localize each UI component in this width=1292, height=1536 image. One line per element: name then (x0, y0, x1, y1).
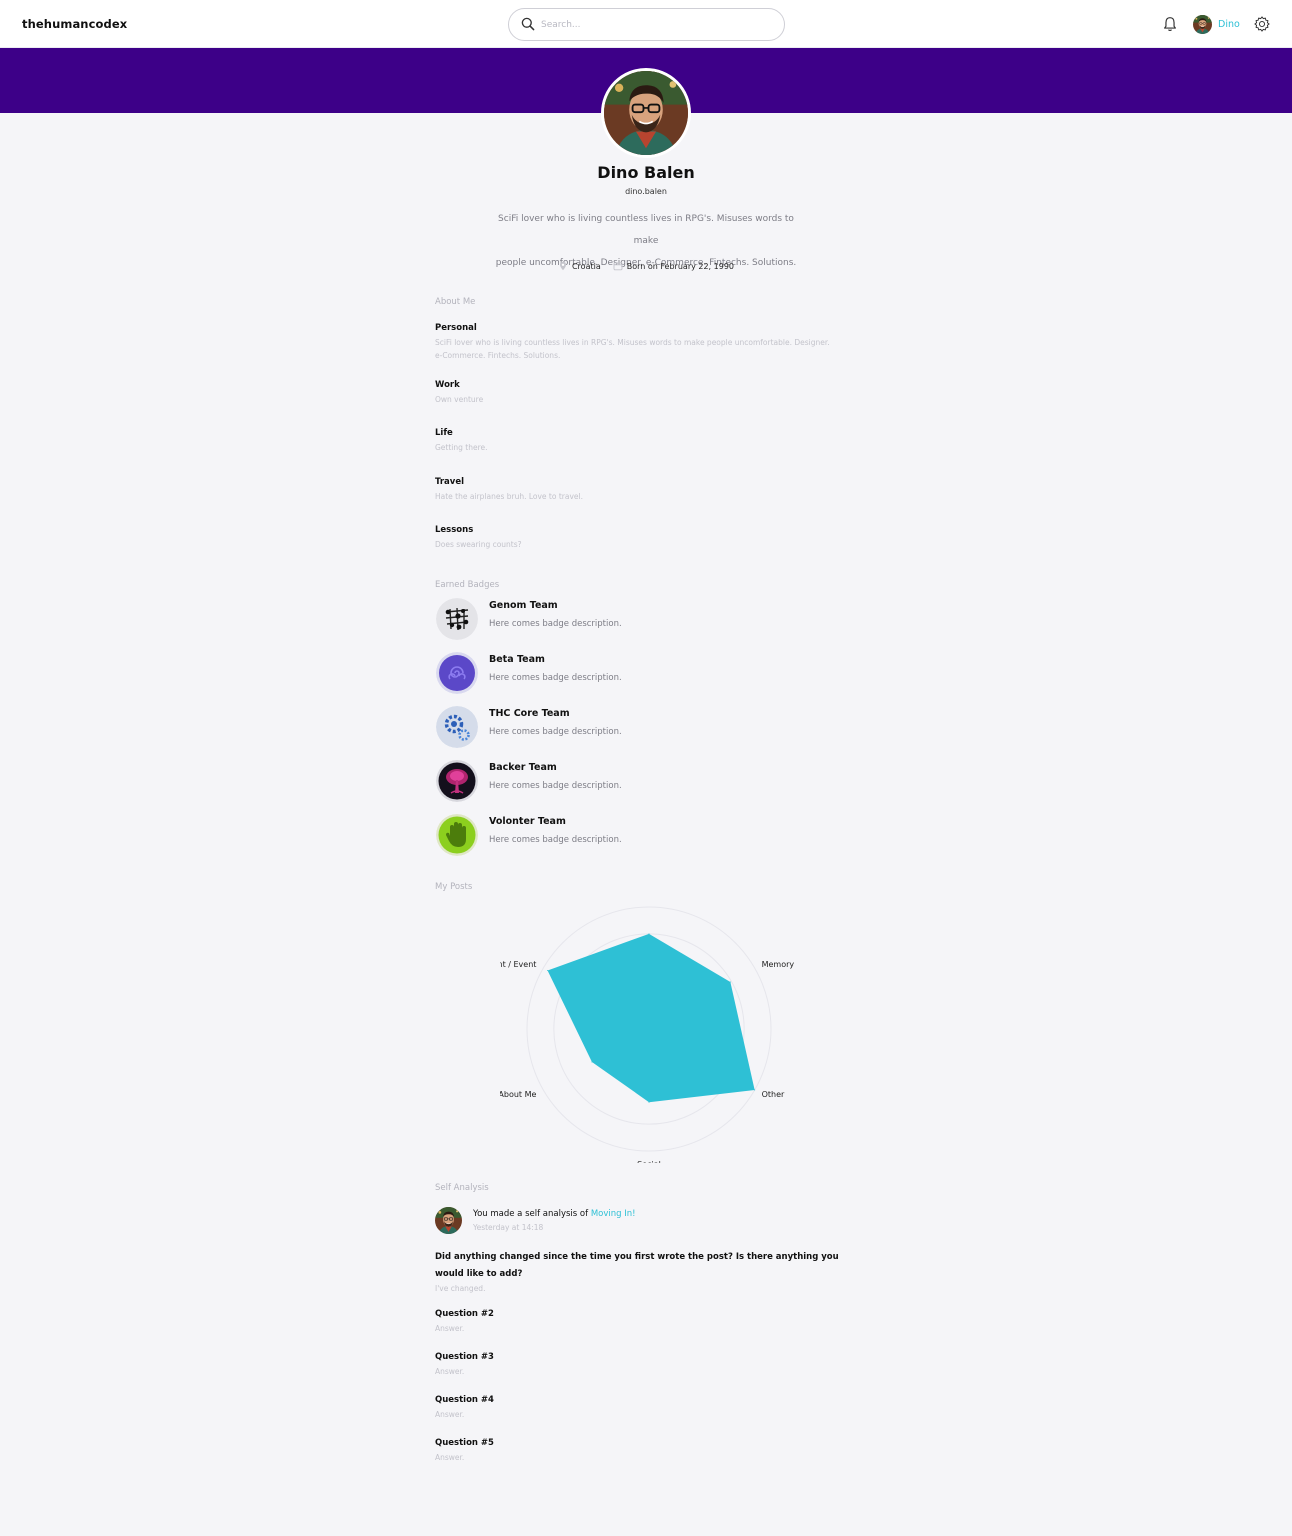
about-item-life: Life Getting there. (435, 428, 835, 454)
self-analysis-title: Self Analysis (435, 1183, 489, 1193)
hand-badge-icon (436, 814, 478, 856)
about-text: Getting there. (435, 443, 488, 452)
birthday-item: Born on February 22, 1990 (613, 261, 734, 271)
radar-area (547, 933, 755, 1103)
badge-title: Genom Team (489, 600, 558, 611)
about-text: SciFi lover who is living countless live… (435, 338, 830, 360)
about-label: Travel (435, 477, 465, 487)
question-item: Did anything changed since the time you … (435, 1249, 865, 1293)
question-label: Question #3 (435, 1352, 494, 1362)
tree-badge-icon (436, 760, 478, 802)
badge-title: Beta Team (489, 654, 545, 665)
about-item-travel: Travel Hate the airplanes bruh. Love to … (435, 477, 835, 503)
user-menu[interactable]: Dino (1193, 14, 1240, 34)
user-name[interactable]: Dino (1218, 19, 1240, 30)
radar-axis-label: Other (762, 1090, 785, 1099)
about-text: Hate the airplanes bruh. Love to travel. (435, 492, 583, 501)
badge-description: Here comes badge description. (489, 727, 622, 737)
genom-badge-icon (436, 598, 478, 640)
badge-description: Here comes badge description. (489, 673, 622, 683)
gear-icon[interactable] (1253, 15, 1271, 33)
profile-name: Dino Balen (597, 163, 695, 182)
earned-badges-title: Earned Badges (435, 580, 500, 590)
badge-description: Here comes badge description. (489, 835, 622, 845)
badge-thc-core-team: THC Core Team Here comes badge descripti… (435, 706, 835, 750)
gears-badge-icon (436, 706, 478, 748)
about-text: Does swearing counts? (435, 540, 522, 549)
location-pin-icon (559, 261, 566, 271)
badge-beta-team: Beta Team Here comes badge description. (435, 652, 835, 696)
analysis-post-link[interactable]: Moving In! (591, 1209, 636, 1219)
birthday-text: Born on February 22, 1990 (626, 261, 735, 271)
search-box[interactable] (508, 8, 785, 41)
question-label: Question #5 (435, 1438, 494, 1448)
badge-title: THC Core Team (489, 708, 570, 719)
radar-point (729, 981, 731, 983)
radar-point (754, 1089, 756, 1091)
question-label: Did anything changed since the time you … (435, 1252, 839, 1279)
profile-meta: Croatia Born on February 22, 1990 (0, 261, 1292, 271)
radar-point (547, 969, 549, 971)
analysis-prefix: You made a self analysis of (473, 1209, 589, 1219)
radar-axis-label: Education (629, 898, 669, 900)
app-logo[interactable]: thehumancodex (22, 17, 127, 31)
badge-genom-team: Genom Team Here comes badge description. (435, 598, 835, 642)
badge-description: Here comes badge description. (489, 619, 622, 629)
calendar-icon (613, 262, 623, 271)
about-label: Lessons (435, 525, 474, 535)
search-icon (521, 17, 535, 31)
badge-volonter-team: Volonter Team Here comes badge descripti… (435, 814, 835, 858)
radar-axis-label: Memory (762, 960, 795, 969)
profile-handle: dino.balen (625, 187, 667, 196)
profile-bio-line: SciFi lover who is living countless live… (498, 214, 794, 246)
about-item-personal: Personal SciFi lover who is living count… (435, 323, 835, 362)
question-answer: Answer. (435, 1453, 465, 1462)
location-text: Croatia (571, 261, 601, 271)
about-label: Work (435, 380, 460, 390)
radar-point (648, 933, 650, 935)
question-item: Question #3 Answer. (435, 1349, 865, 1376)
radar-point (591, 1061, 593, 1063)
about-label: Personal (435, 323, 477, 333)
radar-axis-label: About Me (500, 1090, 536, 1099)
location-item: Croatia (558, 261, 601, 271)
question-answer: Answer. (435, 1367, 465, 1376)
beta-badge-icon (436, 652, 478, 694)
search-input[interactable] (541, 15, 771, 35)
avatar[interactable] (1193, 15, 1212, 34)
about-me-title: About Me (435, 297, 476, 307)
badge-backer-team: Backer Team Here comes badge description… (435, 760, 835, 804)
about-item-work: Work Own venture (435, 380, 835, 406)
avatar (435, 1207, 462, 1234)
badge-title: Volonter Team (489, 816, 566, 827)
radar-axis-label: Social (637, 1160, 661, 1163)
question-item: Question #5 Answer. (435, 1435, 865, 1462)
my-posts-title: My Posts (435, 882, 473, 892)
bell-icon[interactable] (1161, 15, 1179, 33)
question-answer: I've changed. (435, 1284, 486, 1293)
question-item: Question #2 Answer. (435, 1306, 865, 1333)
badge-title: Backer Team (489, 762, 557, 773)
question-answer: Answer. (435, 1324, 465, 1333)
radar-axis-label: Moment / Event (500, 960, 536, 969)
analysis-timestamp: Yesterday at 14:18 (473, 1223, 544, 1232)
about-item-lessons: Lessons Does swearing counts? (435, 525, 835, 551)
about-label: Life (435, 428, 453, 438)
analysis-text: You made a self analysis of Moving In! (473, 1209, 636, 1219)
question-label: Question #2 (435, 1309, 494, 1319)
posts-radar-chart: Education Memory Other Social About Me Moment… (500, 898, 795, 1163)
question-label: Question #4 (435, 1395, 494, 1405)
badge-description: Here comes badge description. (489, 781, 622, 791)
question-answer: Answer. (435, 1410, 465, 1419)
profile-avatar (601, 68, 691, 158)
top-bar: thehumancodex Dino (0, 0, 1292, 48)
about-text: Own venture (435, 395, 484, 404)
radar-point (648, 1101, 650, 1103)
self-analysis-entry: You made a self analysis of Moving In! Y… (435, 1207, 865, 1237)
question-item: Question #4 Answer. (435, 1392, 865, 1419)
